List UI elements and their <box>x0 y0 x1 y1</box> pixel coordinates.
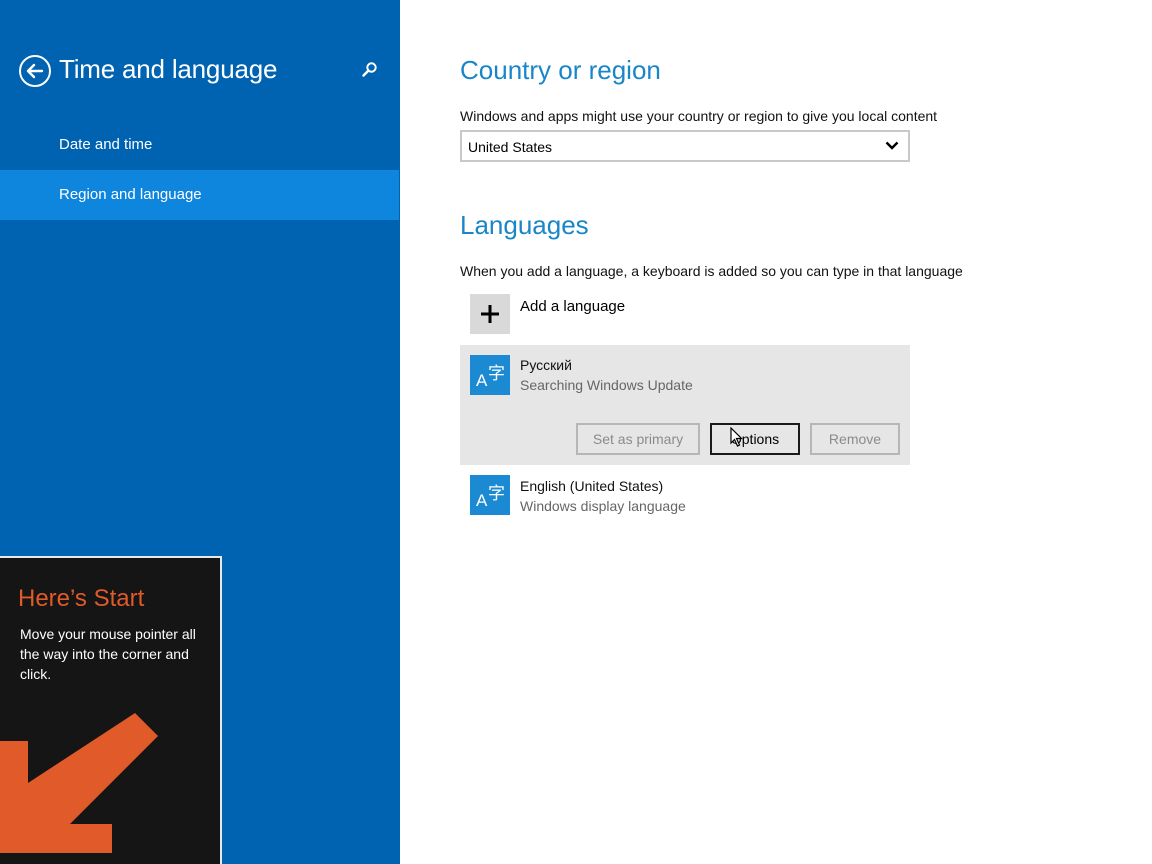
options-button[interactable]: Options <box>710 423 800 455</box>
language-name: English (United States) <box>520 478 664 494</box>
chevron-down-icon <box>885 141 899 150</box>
sidebar-item-date-and-time[interactable]: Date and time <box>0 120 399 170</box>
language-item-russian[interactable]: A 字 Русский Searching Windows Update Set… <box>460 345 910 465</box>
remove-button[interactable]: Remove <box>810 423 900 455</box>
start-tip-body: Move your mouse pointer all the way into… <box>20 626 196 682</box>
sidebar-item-region-and-language[interactable]: Region and language <box>0 170 399 220</box>
settings-sidebar: Time and language Date and time Region a… <box>0 0 400 864</box>
sidebar-item-label: Date and time <box>59 136 153 153</box>
language-name: Русский <box>520 357 572 373</box>
language-icon: A 字 <box>470 355 510 395</box>
start-tip-title: Here’s Start <box>18 585 145 612</box>
set-as-primary-button[interactable]: Set as primary <box>576 423 700 455</box>
language-icon: A 字 <box>470 475 510 515</box>
add-language-label: Add a language <box>520 298 626 315</box>
language-status: Windows display language <box>520 498 686 514</box>
sidebar-item-label: Region and language <box>59 186 202 203</box>
languages-description: When you add a language, a keyboard is a… <box>460 263 963 279</box>
country-region-description: Windows and apps might use your country … <box>460 108 938 124</box>
country-region-value: United States <box>468 139 553 155</box>
start-tip-popup: Here’s Start Move your mouse pointer all… <box>0 556 222 864</box>
plus-icon <box>470 294 510 334</box>
language-status: Searching Windows Update <box>520 377 693 393</box>
corner-arrow-icon <box>0 713 158 853</box>
search-icon[interactable] <box>360 60 380 80</box>
country-region-heading: Country or region <box>460 55 661 85</box>
language-item-english[interactable]: A 字 English (United States) Windows disp… <box>460 470 910 525</box>
languages-heading: Languages <box>460 210 589 240</box>
page-title: Time and language <box>59 54 278 84</box>
add-language-button[interactable]: Add a language <box>460 290 910 340</box>
country-region-dropdown[interactable]: United States <box>460 130 910 162</box>
back-arrow-icon[interactable] <box>19 55 51 87</box>
